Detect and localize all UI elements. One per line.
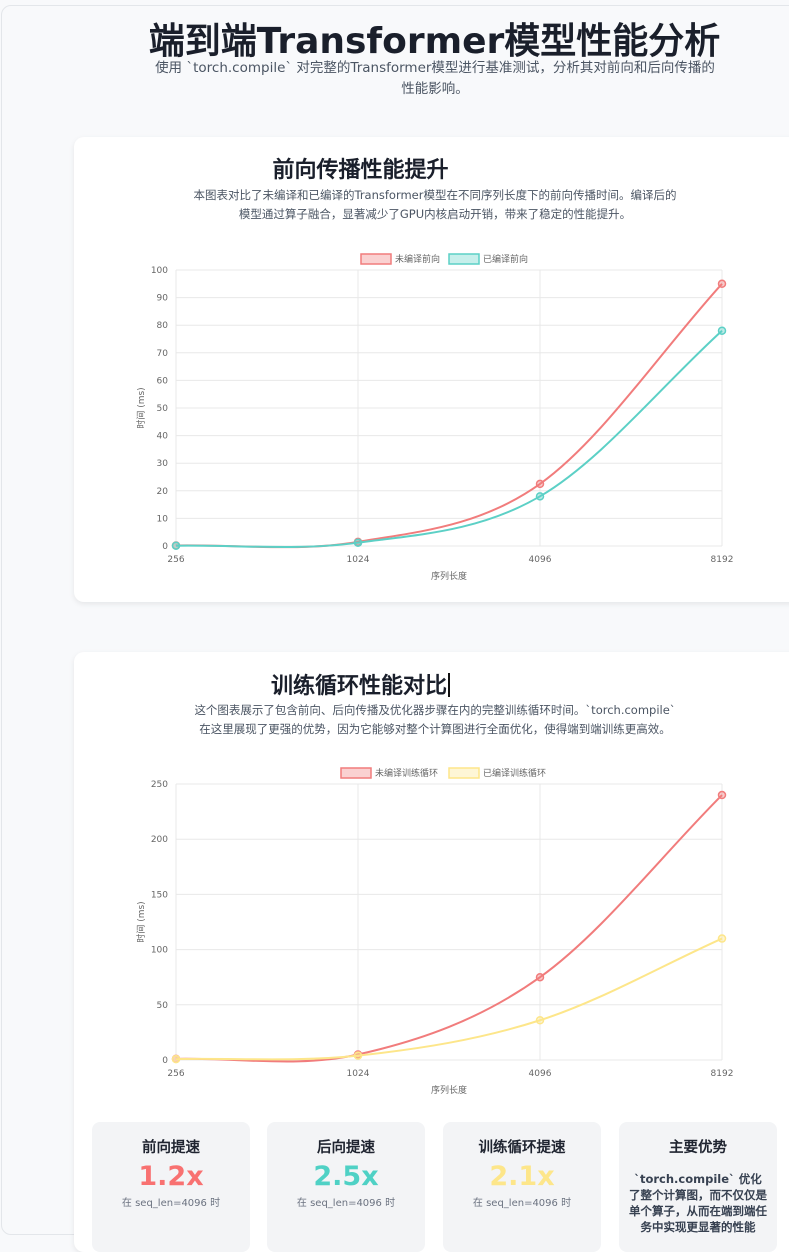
- page-subtitle: 使用 `torch.compile` 对完整的Transformer模型进行基准…: [155, 60, 715, 97]
- data-point: [535, 479, 545, 489]
- data-point: [535, 1016, 545, 1025]
- data-point: [535, 972, 545, 982]
- forward-desc-line2: 模型通过算子融合，显著减少了GPU内核启动开销，带来了稳定的性能提升。: [238, 207, 632, 221]
- y-tick-label: 80: [157, 321, 169, 331]
- forward-line-chart: 未编译前向 已编译前向 0 10 20 30 40 50 60 70 80 90 100 256 1024 4…: [135, 253, 734, 582]
- legend-label: 已编译前向: [483, 253, 528, 265]
- data-point: [353, 538, 363, 547]
- data-point: [717, 279, 727, 289]
- forward-desc-line1: 本图表对比了未编译和已编译的Transformer模型在不同序列长度下的前向传播…: [193, 188, 677, 202]
- stat-label: 后向提速: [317, 1140, 375, 1156]
- training-card-desc: 这个图表展示了包含前向、后向传播及优化器步骤在内的完整训练循环时间。`torch…: [160, 701, 710, 739]
- page-title: 端到端Transformer模型性能分析: [148, 21, 721, 62]
- x-tick-label: 8192: [711, 555, 734, 565]
- x-tick-label: 1024: [347, 555, 370, 565]
- y-tick-label: 50: [157, 1001, 169, 1011]
- x-axis-title: 序列长度: [431, 570, 467, 582]
- training-card-title: 训练循环性能对比: [0, 668, 789, 700]
- stat-label: 前向提速: [142, 1140, 200, 1156]
- series-line: [175, 329, 723, 549]
- y-axis-title: 时间 (ms): [135, 901, 147, 942]
- legend-label: 未编译训练循环: [375, 767, 438, 779]
- stat-note: 在 seq_len=4096 时: [121, 1198, 221, 1209]
- training-card-title-text: 训练循环性能对比: [270, 674, 447, 699]
- y-axis-title: 时间 (ms): [135, 387, 147, 428]
- stat-label: 主要优势: [669, 1140, 727, 1156]
- x-tick-label: 256: [167, 1069, 184, 1079]
- legend-swatch: [448, 253, 480, 265]
- stat-note: 在 seq_len=4096 时: [296, 1198, 396, 1209]
- y-tick-label: 30: [157, 459, 169, 469]
- series-line: [175, 283, 723, 549]
- y-tick-label: 40: [157, 432, 169, 442]
- y-tick-label: 250: [151, 780, 168, 790]
- forward-card-title: 前向传播性能提升: [272, 158, 449, 183]
- stat-card-backward: 后向提速 2.5x 在 seq_len=4096 时: [267, 1122, 425, 1252]
- training-line-chart: 未编译训练循环 已编译训练循环 0 50 100 150 200 250 256 1024 4096…: [135, 767, 734, 1096]
- stat-value: 2.1x: [489, 1161, 555, 1192]
- training-desc-line1: 这个图表展示了包含前向、后向传播及优化器步骤在内的完整训练循环时间。`torch…: [194, 703, 676, 717]
- data-point: [717, 934, 727, 943]
- x-tick-label: 256: [167, 555, 184, 565]
- data-point: [171, 1054, 181, 1064]
- forward-card-desc: 本图表对比了未编译和已编译的Transformer模型在不同序列长度下的前向传播…: [160, 186, 710, 224]
- y-tick-label: 100: [151, 266, 168, 276]
- stat-value: 1.2x: [138, 1161, 204, 1192]
- y-tick-label: 10: [157, 514, 169, 524]
- y-tick-label: 100: [151, 946, 168, 956]
- stat-value: 2.5x: [313, 1161, 379, 1192]
- stat-label: 训练循环提速: [478, 1140, 566, 1156]
- legend-label: 已编译训练循环: [483, 767, 546, 779]
- stat-card-advantage: 主要优势 `torch.compile` 优化了整个计算图，而不仅仅是单个算子，…: [619, 1122, 777, 1252]
- x-tick-label: 4096: [529, 1069, 552, 1079]
- y-tick-label: 20: [157, 487, 169, 497]
- x-tick-label: 1024: [347, 1069, 370, 1079]
- training-desc-line2: 在这里展现了更强的优势，因为它能够对整个计算图进行全面优化，使得端到端训练更高效…: [199, 722, 671, 736]
- legend-swatch: [340, 767, 372, 779]
- data-point: [171, 541, 181, 550]
- y-tick-label: 50: [157, 404, 169, 414]
- y-tick-label: 0: [162, 542, 168, 552]
- y-tick-label: 150: [151, 890, 168, 900]
- y-tick-label: 90: [157, 294, 169, 304]
- y-tick-label: 60: [157, 376, 169, 386]
- stat-card-training: 训练循环提速 2.1x 在 seq_len=4096 时: [443, 1122, 601, 1252]
- stat-text: `torch.compile` 优化了整个计算图，而不仅仅是单个算子，从而在端到…: [629, 1172, 767, 1234]
- stat-card-forward: 前向提速 1.2x 在 seq_len=4096 时: [92, 1122, 250, 1252]
- data-point: [717, 326, 727, 335]
- text-cursor: [448, 673, 450, 697]
- x-tick-label: 8192: [711, 1069, 734, 1079]
- data-point: [717, 790, 727, 800]
- data-point: [353, 1051, 363, 1060]
- y-tick-label: 0: [162, 1056, 168, 1066]
- data-point: [535, 492, 545, 501]
- y-tick-label: 200: [151, 835, 168, 845]
- stat-note: 在 seq_len=4096 时: [472, 1198, 572, 1209]
- series-line: [175, 937, 723, 1061]
- legend-swatch: [448, 767, 480, 779]
- legend-swatch: [360, 253, 392, 265]
- legend-label: 未编译前向: [395, 253, 440, 265]
- x-axis-title: 序列长度: [431, 1084, 467, 1096]
- y-tick-label: 70: [157, 349, 169, 359]
- x-tick-label: 4096: [529, 555, 552, 565]
- series-line: [175, 794, 723, 1063]
